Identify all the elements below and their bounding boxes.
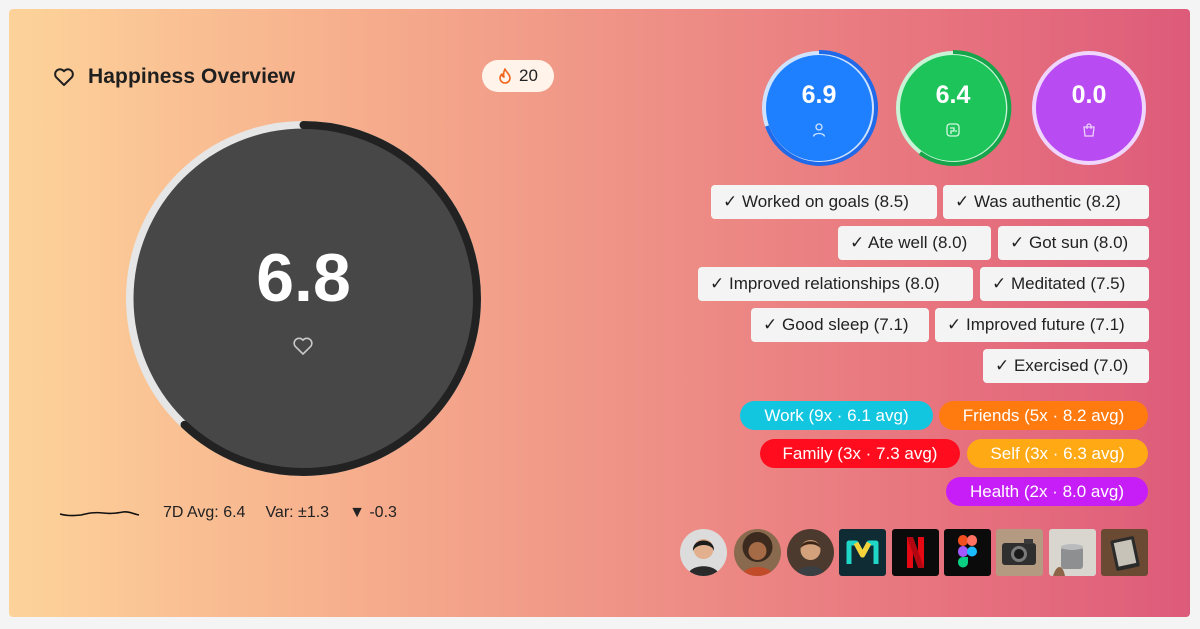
stat-delta: ▼ -0.3	[349, 504, 397, 521]
category-pill-family[interactable]: Family (3x · 7.3 avg)	[760, 439, 960, 468]
figma-logo[interactable]	[944, 529, 991, 576]
activity-tag[interactable]: ✓ Got sun (8.0)	[998, 226, 1149, 260]
activity-tag[interactable]: ✓ Meditated (7.5)	[980, 267, 1149, 301]
person-1-avatar[interactable]	[680, 529, 727, 576]
heart-icon	[54, 68, 74, 86]
category-pill-friends[interactable]: Friends (5x · 8.2 avg)	[939, 401, 1148, 430]
activity-tag[interactable]: ✓ Improved future (7.1)	[935, 308, 1149, 342]
activity-tag[interactable]: ✓ Exercised (7.0)	[983, 349, 1149, 383]
stats-row: 7D Avg: 6.4 Var: ±1.3 ▼ -0.3	[59, 501, 397, 525]
mini-score-value: 6.9	[801, 81, 837, 109]
mini-score-value: 0.0	[1071, 81, 1107, 109]
candle-photo[interactable]	[1049, 529, 1096, 576]
mini-score-value: 6.4	[935, 81, 971, 109]
streak-count: 20	[519, 66, 538, 85]
main-score-value: 6.8	[256, 240, 351, 316]
brain-icon	[946, 123, 960, 137]
mini-score-shopping[interactable]: 0.0	[1030, 49, 1148, 167]
category-pill-health[interactable]: Health (2x · 8.0 avg)	[946, 477, 1148, 506]
card-header: Happiness Overview	[52, 61, 295, 93]
monday-logo[interactable]	[839, 529, 886, 576]
heart-icon	[293, 337, 313, 355]
activity-tag[interactable]: ✓ Was authentic (8.2)	[943, 185, 1149, 219]
mini-score-mind[interactable]: 6.4	[894, 49, 1012, 167]
person-2-avatar[interactable]	[734, 529, 781, 576]
trend-sparkline	[59, 511, 140, 517]
kindle-photo[interactable]	[1101, 529, 1148, 576]
netflix-logo[interactable]	[892, 529, 939, 576]
stat-7d-average: 7D Avg: 6.4	[163, 504, 246, 521]
flame-icon	[499, 68, 511, 84]
happiness-overview-card: Happiness Overview 20 6.8 7D Avg: 6.4 Va…	[9, 9, 1190, 617]
bag-icon	[1083, 123, 1095, 137]
activity-tag[interactable]: ✓ Ate well (8.0)	[838, 226, 991, 260]
mini-score-person[interactable]: 6.9	[760, 49, 878, 167]
stat-variance: Var: ±1.3	[265, 504, 330, 521]
category-pill-work[interactable]: Work (9x · 6.1 avg)	[740, 401, 933, 430]
streak-badge[interactable]: 20	[482, 60, 554, 92]
card-title: Happiness Overview	[88, 65, 296, 88]
category-pill-self[interactable]: Self (3x · 6.3 avg)	[967, 439, 1148, 468]
activity-tag[interactable]: ✓ Good sleep (7.1)	[751, 308, 929, 342]
activity-tag[interactable]: ✓ Improved relationships (8.0)	[698, 267, 973, 301]
person-3-avatar[interactable]	[787, 529, 834, 576]
person-icon	[812, 123, 826, 137]
activity-tag[interactable]: ✓ Worked on goals (8.5)	[711, 185, 937, 219]
camera-photo[interactable]	[996, 529, 1043, 576]
